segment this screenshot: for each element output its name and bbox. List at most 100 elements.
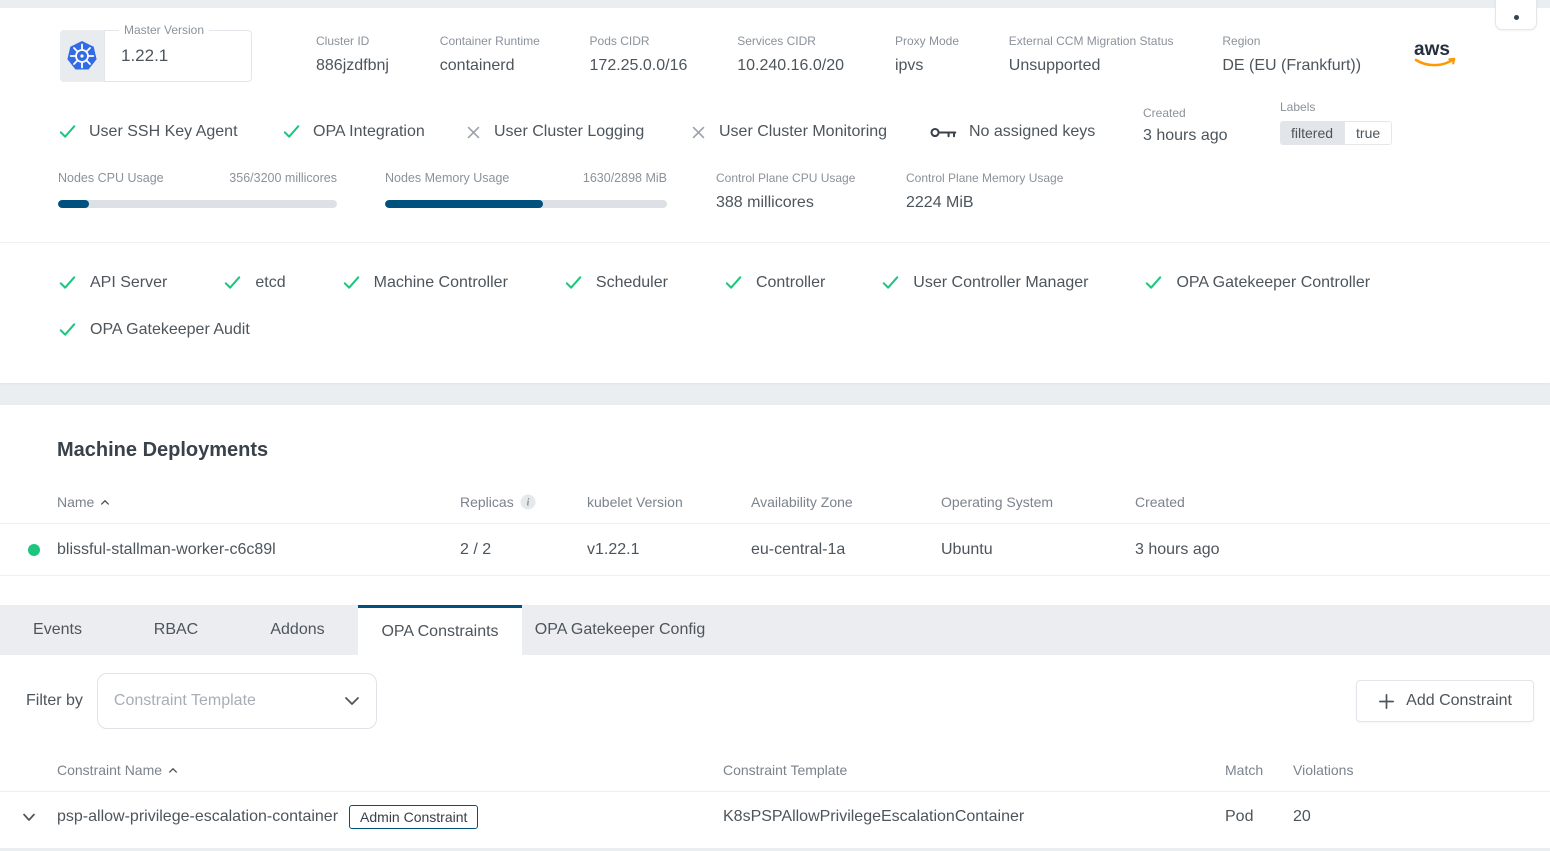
- tab-opa-gatekeeper-config[interactable]: OPA Gatekeeper Config: [522, 605, 718, 655]
- column-constraint-template: Constraint Template: [723, 762, 1225, 778]
- tab-addons[interactable]: Addons: [237, 605, 358, 655]
- check-icon: [223, 273, 242, 292]
- stat-ccm-migration: External CCM Migration Status Unsupporte…: [1009, 30, 1223, 75]
- machine-deployments-title: Machine Deployments: [0, 439, 1550, 462]
- feature-user-cluster-logging: User Cluster Logging: [465, 123, 690, 145]
- stat-proxy-mode: Proxy Mode ipvs: [895, 30, 1009, 75]
- machine-deployment-row[interactable]: blissful-stallman-worker-c6c89l 2 / 2 v1…: [0, 524, 1550, 576]
- health-machine-controller: Machine Controller: [342, 273, 508, 292]
- constraints-header: Constraint Name Constraint Template Matc…: [0, 762, 1550, 792]
- more-options-button[interactable]: [1495, 0, 1537, 30]
- tab-opa-constraints[interactable]: OPA Constraints: [358, 605, 522, 655]
- constraint-row[interactable]: psp-allow-privilege-escalation-container…: [0, 792, 1550, 842]
- constraint-template-select[interactable]: Constraint Template: [97, 673, 377, 729]
- check-icon: [58, 273, 77, 292]
- stat-value: ipvs: [895, 57, 1009, 75]
- cluster-stats-row: Master Version 1.22.1 Cluster ID 886jzdf…: [0, 30, 1550, 82]
- control-plane-memory-usage: Control Plane Memory Usage 2224 MiB: [906, 171, 1063, 212]
- master-version-value: 1.22.1: [121, 46, 168, 66]
- column-constraint-name[interactable]: Constraint Name: [57, 762, 723, 778]
- control-plane-cpu-usage: Control Plane CPU Usage 388 millicores: [716, 171, 906, 212]
- health-opa-gatekeeper-controller: OPA Gatekeeper Controller: [1144, 273, 1370, 292]
- health-api-server: API Server: [58, 273, 167, 292]
- created-value: 3 hours ago: [1143, 127, 1280, 145]
- nodes-memory-progressbar: [385, 200, 667, 208]
- constraint-violations: 20: [1293, 808, 1550, 826]
- column-replicas: Replicas i: [460, 494, 587, 510]
- labels-stat: Labels filtered true: [1280, 100, 1392, 145]
- usage-value: 1630/2898 MiB: [583, 171, 667, 185]
- admin-constraint-badge: Admin Constraint: [349, 805, 478, 829]
- column-kubelet-version: kubelet Version: [587, 494, 751, 510]
- usage-label: Control Plane Memory Usage: [906, 171, 1063, 185]
- health-opa-gatekeeper-audit: OPA Gatekeeper Audit: [58, 320, 250, 339]
- usage-label: Control Plane CPU Usage: [716, 171, 906, 185]
- master-version-box[interactable]: Master Version 1.22.1: [104, 30, 252, 82]
- sort-ascending-icon: [100, 498, 110, 506]
- stat-label: Region: [1222, 34, 1412, 48]
- usage-value: 2224 MiB: [906, 194, 1063, 212]
- status-running-icon: [28, 544, 40, 556]
- column-match: Match: [1225, 762, 1293, 778]
- feature-label: User SSH Key Agent: [89, 123, 238, 141]
- stat-value: containerd: [440, 57, 590, 75]
- svg-text:aws: aws: [1414, 39, 1450, 60]
- machine-deployments-card: Machine Deployments Name Replicas i kube…: [0, 405, 1550, 605]
- feature-label: OPA Integration: [313, 123, 425, 141]
- md-name: blissful-stallman-worker-c6c89l: [57, 541, 460, 559]
- health-controller: Controller: [724, 273, 825, 292]
- tab-rbac[interactable]: RBAC: [115, 605, 237, 655]
- health-label: Controller: [756, 274, 825, 292]
- column-violations: Violations: [1293, 762, 1550, 778]
- kubernetes-logo: [60, 30, 104, 82]
- key-icon: [930, 125, 957, 140]
- column-name[interactable]: Name: [57, 494, 460, 510]
- stat-pods-cidr: Pods CIDR 172.25.0.0/16: [590, 30, 738, 75]
- aws-provider-logo: aws: [1412, 36, 1458, 75]
- label-key: filtered: [1280, 121, 1344, 145]
- ssh-keys-status[interactable]: No assigned keys: [930, 123, 1143, 145]
- health-label: Scheduler: [596, 274, 668, 292]
- labels-label: Labels: [1280, 100, 1392, 114]
- stat-label: Container Runtime: [440, 34, 590, 48]
- sort-ascending-icon: [168, 766, 178, 774]
- feature-label: User Cluster Logging: [494, 123, 644, 141]
- stat-services-cidr: Services CIDR 10.240.16.0/20: [737, 30, 895, 75]
- check-icon: [564, 273, 583, 292]
- created-stat: Created 3 hours ago: [1143, 106, 1280, 145]
- check-icon: [282, 122, 301, 141]
- health-label: OPA Gatekeeper Audit: [90, 321, 250, 339]
- select-placeholder: Constraint Template: [114, 692, 256, 710]
- add-constraint-button[interactable]: Add Constraint: [1356, 680, 1534, 722]
- stat-label: External CCM Migration Status: [1009, 34, 1223, 48]
- usage-label: Nodes CPU Usage: [58, 171, 164, 185]
- constraint-template: K8sPSPAllowPrivilegeEscalationContainer: [723, 808, 1225, 826]
- md-kubelet: v1.22.1: [587, 541, 751, 559]
- label-chip: filtered true: [1280, 121, 1392, 145]
- stat-value: Unsupported: [1009, 57, 1223, 75]
- x-icon: [465, 124, 482, 141]
- health-user-controller-manager: User Controller Manager: [881, 273, 1088, 292]
- md-zone: eu-central-1a: [751, 541, 941, 559]
- tab-events[interactable]: Events: [0, 605, 115, 655]
- stat-label: Services CIDR: [737, 34, 895, 48]
- stat-label: Pods CIDR: [590, 34, 738, 48]
- ellipsis-icon: [1514, 15, 1519, 20]
- master-version-label: Master Version: [119, 23, 209, 37]
- progress-fill: [385, 200, 543, 208]
- info-icon[interactable]: i: [520, 494, 536, 510]
- health-label: API Server: [90, 274, 167, 292]
- constraints-filter-row: Filter by Constraint Template Add Constr…: [0, 655, 1550, 729]
- stat-label: Cluster ID: [316, 34, 440, 48]
- ssh-keys-label: No assigned keys: [969, 123, 1095, 141]
- stat-container-runtime: Container Runtime containerd: [440, 30, 590, 75]
- health-label: Machine Controller: [374, 274, 508, 292]
- md-replicas: 2 / 2: [460, 541, 587, 559]
- nodes-cpu-progressbar: [58, 200, 337, 208]
- label-value: true: [1344, 121, 1392, 145]
- check-icon: [881, 273, 900, 292]
- column-operating-system: Operating System: [941, 494, 1135, 510]
- expand-chevron-icon[interactable]: [22, 813, 36, 822]
- health-label: etcd: [255, 274, 285, 292]
- machine-deployments-header: Name Replicas i kubelet Version Availabi…: [0, 494, 1550, 524]
